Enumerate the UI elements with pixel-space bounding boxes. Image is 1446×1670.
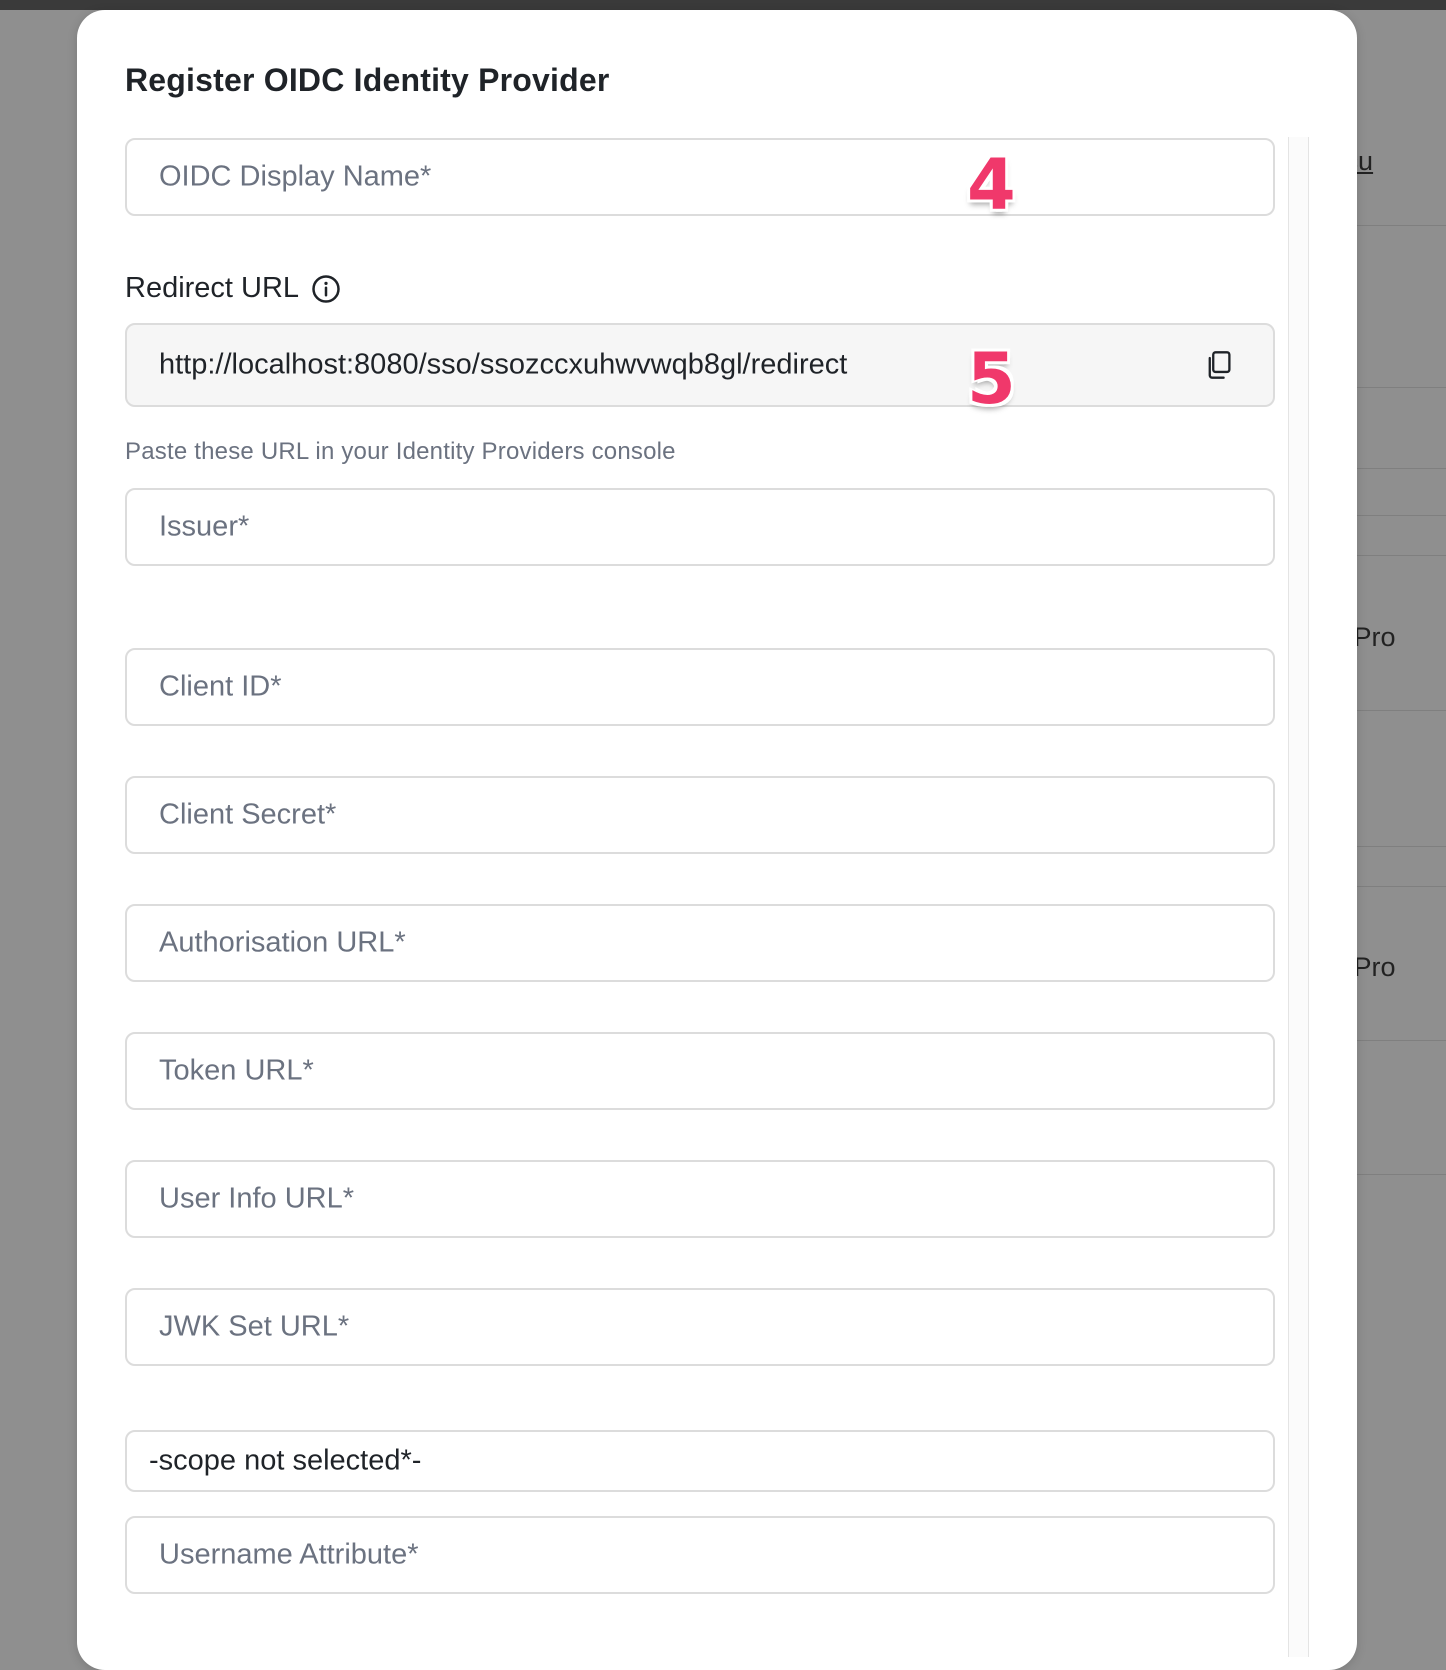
info-icon[interactable] bbox=[311, 274, 341, 304]
step-5-badge: 5 bbox=[967, 338, 1016, 420]
redirect-url-label-row: Redirect URL bbox=[125, 272, 341, 305]
top-bar bbox=[0, 0, 1446, 10]
redirect-url-value: http://localhost:8080/sso/ssozccxuhwvwqb… bbox=[159, 348, 848, 381]
authorisation-url-placeholder: Authorisation URL* bbox=[159, 926, 406, 959]
issuer-placeholder: Issuer* bbox=[159, 510, 250, 543]
register-oidc-modal: Register OIDC Identity Provider OIDC Dis… bbox=[77, 10, 1357, 1670]
username-attribute-placeholder: Username Attribute* bbox=[159, 1538, 419, 1571]
step-4-badge: 4 bbox=[967, 144, 1016, 226]
issuer-input[interactable]: Issuer* bbox=[125, 488, 1275, 566]
copy-icon[interactable] bbox=[1205, 350, 1233, 380]
user-info-url-placeholder: User Info URL* bbox=[159, 1182, 355, 1215]
client-secret-placeholder: Client Secret* bbox=[159, 798, 337, 831]
client-secret-input[interactable]: Client Secret* bbox=[125, 776, 1275, 854]
oidc-display-name-input[interactable]: OIDC Display Name* bbox=[125, 138, 1275, 216]
scope-select-value: -scope not selected*- bbox=[149, 1444, 422, 1477]
modal-scrollbar[interactable] bbox=[1288, 137, 1309, 1657]
token-url-input[interactable]: Token URL* bbox=[125, 1032, 1275, 1110]
modal-title: Register OIDC Identity Provider bbox=[125, 62, 610, 98]
token-url-placeholder: Token URL* bbox=[159, 1054, 314, 1087]
client-id-placeholder: Client ID* bbox=[159, 670, 282, 703]
oidc-display-name-placeholder: OIDC Display Name* bbox=[159, 160, 432, 193]
redirect-url-field[interactable]: http://localhost:8080/sso/ssozccxuhwvwqb… bbox=[125, 323, 1275, 407]
redirect-url-helper-text: Paste these URL in your Identity Provide… bbox=[125, 438, 676, 465]
jwk-set-url-placeholder: JWK Set URL* bbox=[159, 1310, 350, 1343]
redirect-url-label: Redirect URL bbox=[125, 272, 300, 304]
client-id-input[interactable]: Client ID* bbox=[125, 648, 1275, 726]
authorisation-url-input[interactable]: Authorisation URL* bbox=[125, 904, 1275, 982]
scope-select[interactable]: -scope not selected*- bbox=[125, 1430, 1275, 1492]
jwk-set-url-input[interactable]: JWK Set URL* bbox=[125, 1288, 1275, 1366]
username-attribute-input[interactable]: Username Attribute* bbox=[125, 1516, 1275, 1594]
user-info-url-input[interactable]: User Info URL* bbox=[125, 1160, 1275, 1238]
